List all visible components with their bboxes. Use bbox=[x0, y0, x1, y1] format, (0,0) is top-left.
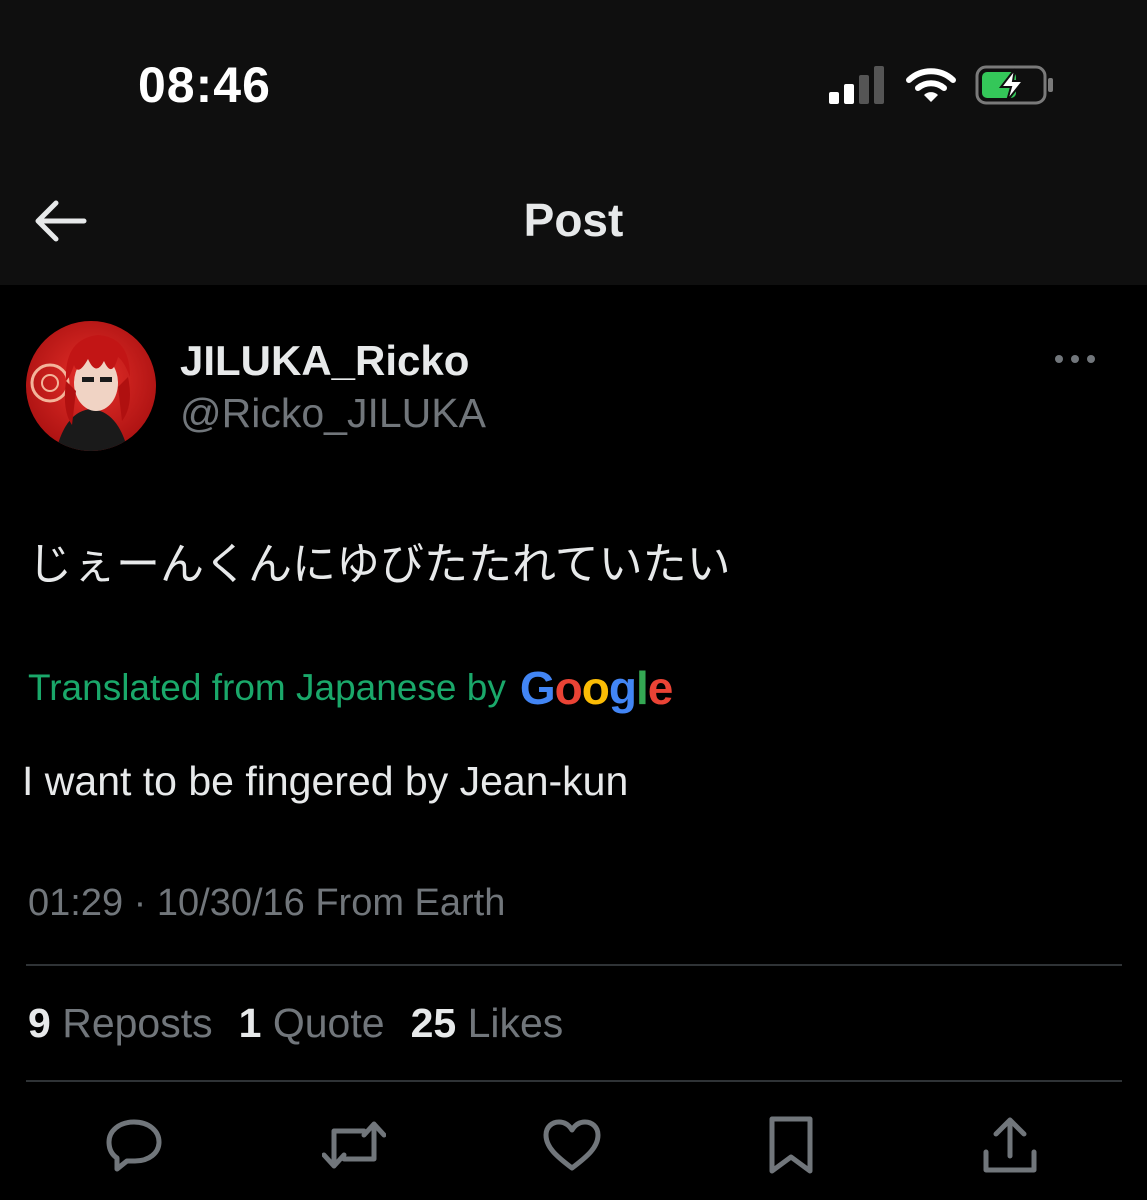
quotes-count: 1 bbox=[238, 1000, 262, 1046]
translation-attribution[interactable]: Translated from Japanese by Google bbox=[28, 662, 673, 714]
translation-label: Translated from Japanese by bbox=[28, 667, 506, 708]
user-handle[interactable]: @Ricko_JILUKA bbox=[180, 390, 486, 437]
bookmark-icon[interactable] bbox=[756, 1110, 826, 1180]
reposts-count: 9 bbox=[28, 1000, 51, 1046]
likes-stat[interactable]: 25 Likes bbox=[411, 1000, 564, 1047]
reposts-stat[interactable]: 9 Reposts bbox=[28, 1000, 213, 1047]
display-name[interactable]: JILUKA_Ricko bbox=[180, 337, 469, 385]
translated-text: I want to be fingered by Jean-kun bbox=[22, 758, 629, 804]
more-options-icon[interactable] bbox=[1053, 350, 1097, 368]
status-time: 08:46 bbox=[138, 57, 271, 113]
google-logo: Google bbox=[519, 662, 673, 714]
quotes-stat[interactable]: 1 Quote bbox=[239, 1000, 385, 1047]
like-icon[interactable] bbox=[537, 1110, 607, 1180]
action-bar bbox=[0, 1110, 1147, 1180]
repost-icon[interactable] bbox=[319, 1110, 389, 1180]
likes-count: 25 bbox=[410, 1000, 457, 1046]
divider bbox=[26, 1080, 1122, 1082]
reposts-label: Reposts bbox=[62, 1000, 213, 1046]
battery-charging-icon bbox=[975, 65, 1055, 105]
post-timestamp: 01:29 · 10/30/16 From Earth bbox=[28, 882, 506, 924]
status-icons bbox=[829, 62, 1055, 108]
quotes-label: Quote bbox=[272, 1000, 385, 1046]
likes-label: Likes bbox=[467, 1000, 564, 1046]
post-text: じぇーんくんにゆびたたれていたい bbox=[28, 539, 731, 590]
page-title: Post bbox=[523, 194, 624, 246]
reply-icon[interactable] bbox=[99, 1110, 169, 1180]
divider bbox=[26, 964, 1122, 966]
share-icon[interactable] bbox=[975, 1110, 1045, 1180]
top-bar: 08:46 Post bbox=[0, 0, 1147, 285]
engagement-stats: 9 Reposts 1 Quote 25 Likes bbox=[28, 1000, 563, 1047]
cellular-signal-icon bbox=[829, 66, 887, 104]
avatar[interactable] bbox=[26, 321, 156, 451]
wifi-icon bbox=[905, 66, 957, 104]
